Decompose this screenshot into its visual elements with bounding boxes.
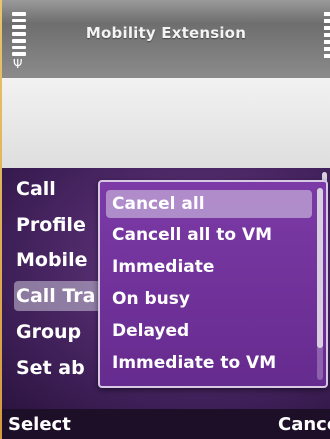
popup-option-delayed[interactable]: Delayed xyxy=(106,317,312,345)
softkey-bar: Select Cance xyxy=(2,409,330,439)
cancel-softkey[interactable]: Cance xyxy=(278,411,330,439)
menu-item-call-transfer[interactable]: Call Tra xyxy=(14,281,104,311)
device-bezel: Ψ Mobility Extension Call Profile Mobile… xyxy=(0,0,330,439)
popup-option-cancel-all-to-vm[interactable]: Cancell all to VM xyxy=(106,221,312,249)
app-title: Mobility Extension xyxy=(85,24,247,42)
popup-option-immediate[interactable]: Immediate xyxy=(106,253,312,281)
select-softkey[interactable]: Select xyxy=(8,411,71,439)
popup-option-cancel-all[interactable]: Cancel all xyxy=(106,190,312,218)
options-popup: Cancel all Cancell all to VM Immediate O… xyxy=(98,180,328,388)
antenna-icon: Ψ xyxy=(13,57,23,71)
battery-icon xyxy=(324,12,330,62)
popup-option-on-busy[interactable]: On busy xyxy=(106,285,312,313)
navi-pane xyxy=(2,78,330,168)
title-bar: Ψ Mobility Extension xyxy=(2,0,330,78)
popup-scrollbar-thumb[interactable] xyxy=(317,188,323,348)
phone-screen: Ψ Mobility Extension Call Profile Mobile… xyxy=(2,0,330,439)
popup-option-immediate-to-vm[interactable]: Immediate to VM xyxy=(106,349,312,377)
